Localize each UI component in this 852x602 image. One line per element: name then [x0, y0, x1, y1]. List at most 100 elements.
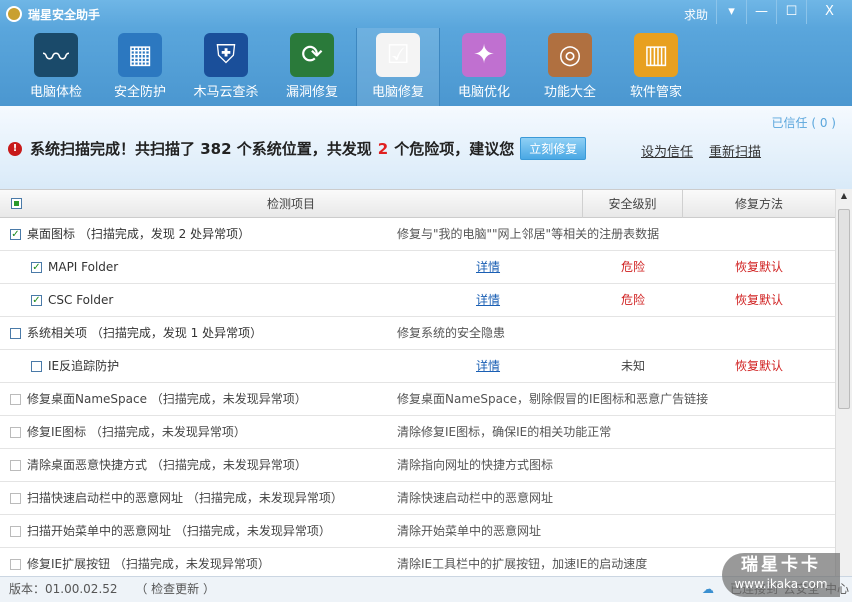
- table-row[interactable]: 修复IE图标 （扫描完成，未发现异常项） 清除修复IE图标，确保IE的相关功能正常: [0, 416, 835, 449]
- item-name: ✓ CSC Folder: [31, 284, 113, 317]
- header-item: 检测项目: [266, 197, 315, 211]
- item-name: IE反追踪防护: [31, 350, 119, 383]
- table-row[interactable]: 扫描开始菜单中的恶意网址 （扫描完成，未发现异常项） 清除开始菜单中的恶意网址: [0, 515, 835, 548]
- scan-message-text: 系统扫描完成！共扫描了 382 个系统位置，共发现: [30, 140, 372, 158]
- fix-method[interactable]: 恢复默认: [683, 251, 835, 284]
- item-description: 清除修复IE图标，确保IE的相关功能正常: [397, 425, 612, 439]
- item-name: 扫描开始菜单中的恶意网址 （扫描完成，未发现异常项）: [10, 515, 331, 548]
- maximize-button[interactable]: ☐: [776, 0, 806, 24]
- tool-label: 木马云查杀: [193, 85, 259, 100]
- header-item-col: 检测项目: [0, 190, 583, 218]
- header-level[interactable]: 安全级别: [583, 190, 683, 218]
- fix-method[interactable]: 恢复默认: [683, 284, 835, 317]
- item-name: 清除桌面恶意快捷方式 （扫描完成，未发现异常项）: [10, 449, 307, 482]
- detail-link[interactable]: 详情: [476, 284, 500, 317]
- item-label: 系统相关项 （扫描完成，发现 1 处异常项）: [27, 326, 263, 340]
- table-row[interactable]: 系统相关项 （扫描完成，发现 1 处异常项） 修复系统的安全隐患: [0, 317, 835, 350]
- fix-method[interactable]: 恢复默认: [683, 350, 835, 383]
- minimize-button[interactable]: —: [746, 0, 776, 24]
- software-box-icon: ▥: [634, 33, 678, 77]
- trusted-count-link[interactable]: 已信任 ( 0 ): [772, 114, 836, 131]
- watermark: 瑞星卡卡 www.ikaka.com: [722, 553, 840, 597]
- security-level: 危险: [620, 293, 645, 307]
- close-button[interactable]: X: [806, 0, 852, 24]
- checklist-icon: ☑: [376, 33, 420, 77]
- item-checkbox[interactable]: [10, 526, 21, 537]
- item-label: 扫描快速启动栏中的恶意网址 （扫描完成，未发现异常项）: [27, 491, 343, 505]
- item-label: 修复桌面NameSpace （扫描完成，未发现异常项）: [27, 392, 307, 406]
- tool-label: 电脑优化: [457, 85, 510, 100]
- check-update-link[interactable]: （ 检查更新 ）: [135, 582, 215, 596]
- item-checkbox[interactable]: [10, 460, 21, 471]
- table-row[interactable]: ✓ CSC Folder 详情 危险 恢复默认: [0, 284, 835, 317]
- tool-disc[interactable]: ◎ 功能大全: [528, 28, 612, 106]
- table-row[interactable]: IE反追踪防护 详情 未知 恢复默认: [0, 350, 835, 383]
- item-checkbox[interactable]: ✓: [31, 295, 42, 306]
- item-label: 修复IE扩展按钮 （扫描完成，未发现异常项）: [27, 557, 270, 571]
- tool-software-box[interactable]: ▥ 软件管家: [614, 28, 698, 106]
- table-row[interactable]: ✓ 桌面图标 （扫描完成，发现 2 处异常项） 修复与"我的电脑""网上邻居"等相关…: [0, 218, 835, 251]
- set-trust-link[interactable]: 设为信任: [641, 141, 693, 160]
- fix-now-button[interactable]: 立刻修复: [520, 137, 587, 160]
- windows-update-icon: ⟳: [290, 33, 334, 77]
- item-checkbox[interactable]: [10, 394, 21, 405]
- monitor-pulse-icon: 〰: [34, 33, 78, 77]
- scan-message: ! 系统扫描完成！共扫描了 382 个系统位置，共发现 2 个危险项，建议您 立…: [8, 137, 587, 160]
- item-name: ✓ 桌面图标 （扫描完成，发现 2 处异常项）: [10, 218, 250, 251]
- table-row[interactable]: ✓ MAPI Folder 详情 危险 恢复默认: [0, 251, 835, 284]
- scrollbar[interactable]: ▲: [835, 189, 852, 576]
- table-row[interactable]: 清除桌面恶意快捷方式 （扫描完成，未发现异常项） 清除指向网址的快捷方式图标: [0, 449, 835, 482]
- detail-link[interactable]: 详情: [476, 350, 500, 383]
- item-checkbox[interactable]: [10, 493, 21, 504]
- rescan-link[interactable]: 重新扫描: [709, 141, 761, 160]
- item-label: IE反追踪防护: [48, 359, 120, 373]
- detail-link[interactable]: 详情: [476, 251, 500, 284]
- watermark-url: www.ikaka.com: [734, 577, 828, 591]
- item-checkbox[interactable]: ✓: [31, 262, 42, 273]
- item-label: 修复IE图标 （扫描完成，未发现异常项）: [27, 425, 246, 439]
- tool-label: 安全防护: [113, 85, 166, 100]
- window-title: 瑞星安全助手: [28, 8, 101, 22]
- scroll-up-icon[interactable]: ▲: [836, 189, 852, 203]
- main-toolbar: 〰电脑体检 ▦ 安全防护 ⛨ 木马云查杀 ⟳ 漏洞修复 ☑ 电脑修复 ✦ 电脑优化 ◎ 功能大全 ▥ 软件管…: [0, 28, 852, 106]
- watermark-brand: 瑞星卡卡: [741, 555, 821, 575]
- menu-button[interactable]: ▾: [716, 0, 746, 24]
- item-checkbox[interactable]: [10, 328, 21, 339]
- scan-message-suffix: 个危险项，建议您: [394, 140, 515, 158]
- security-level: 危险: [620, 260, 645, 274]
- item-description: 清除指向网址的快捷方式图标: [397, 458, 554, 472]
- tool-firewall[interactable]: ▦ 安全防护: [98, 28, 182, 106]
- help-link[interactable]: 求助: [684, 6, 708, 23]
- tool-monitor-pulse[interactable]: 〰电脑体检: [14, 28, 98, 106]
- tool-checklist[interactable]: ☑ 电脑修复: [356, 28, 440, 106]
- tool-monitor-wand[interactable]: ✦ 电脑优化: [442, 28, 526, 106]
- item-checkbox[interactable]: [31, 361, 42, 372]
- select-all-checkbox[interactable]: [11, 198, 22, 209]
- item-label: MAPI Folder: [48, 260, 119, 274]
- item-name: 扫描快速启动栏中的恶意网址 （扫描完成，未发现异常项）: [10, 482, 343, 515]
- cloud-icon: ☁: [702, 582, 714, 596]
- item-checkbox[interactable]: [10, 559, 21, 570]
- item-description: 清除开始菜单中的恶意网址: [397, 524, 542, 538]
- item-label: 清除桌面恶意快捷方式 （扫描完成，未发现异常项）: [27, 458, 307, 472]
- item-name: 修复IE图标 （扫描完成，未发现异常项）: [10, 416, 246, 449]
- danger-count: 2: [377, 139, 389, 158]
- item-description: 修复系统的安全隐患: [397, 326, 506, 340]
- scroll-thumb[interactable]: [838, 209, 850, 409]
- item-description: 修复与"我的电脑""网上邻居"等相关的注册表数据: [397, 227, 660, 241]
- result-list: ✓ 桌面图标 （扫描完成，发现 2 处异常项） 修复与"我的电脑""网上邻居"等相关…: [0, 218, 835, 581]
- tool-label: 电脑体检: [29, 85, 82, 100]
- item-label: 桌面图标 （扫描完成，发现 2 处异常项）: [27, 227, 251, 241]
- table-row[interactable]: 修复桌面NameSpace （扫描完成，未发现异常项） 修复桌面NameSpace…: [0, 383, 835, 416]
- item-checkbox[interactable]: [10, 427, 21, 438]
- header-fix[interactable]: 修复方法: [683, 190, 835, 218]
- table-row[interactable]: 扫描快速启动栏中的恶意网址 （扫描完成，未发现异常项） 清除快速启动栏中的恶意网址: [0, 482, 835, 515]
- tool-windows-update[interactable]: ⟳ 漏洞修复: [270, 28, 354, 106]
- item-label: CSC Folder: [48, 293, 114, 307]
- tool-label: 功能大全: [543, 85, 596, 100]
- tool-shield[interactable]: ⛨ 木马云查杀: [184, 28, 268, 106]
- disc-icon: ◎: [548, 33, 592, 77]
- item-checkbox[interactable]: ✓: [10, 229, 21, 240]
- tool-label: 漏洞修复: [285, 85, 338, 100]
- shield-icon: ⛨: [204, 33, 248, 77]
